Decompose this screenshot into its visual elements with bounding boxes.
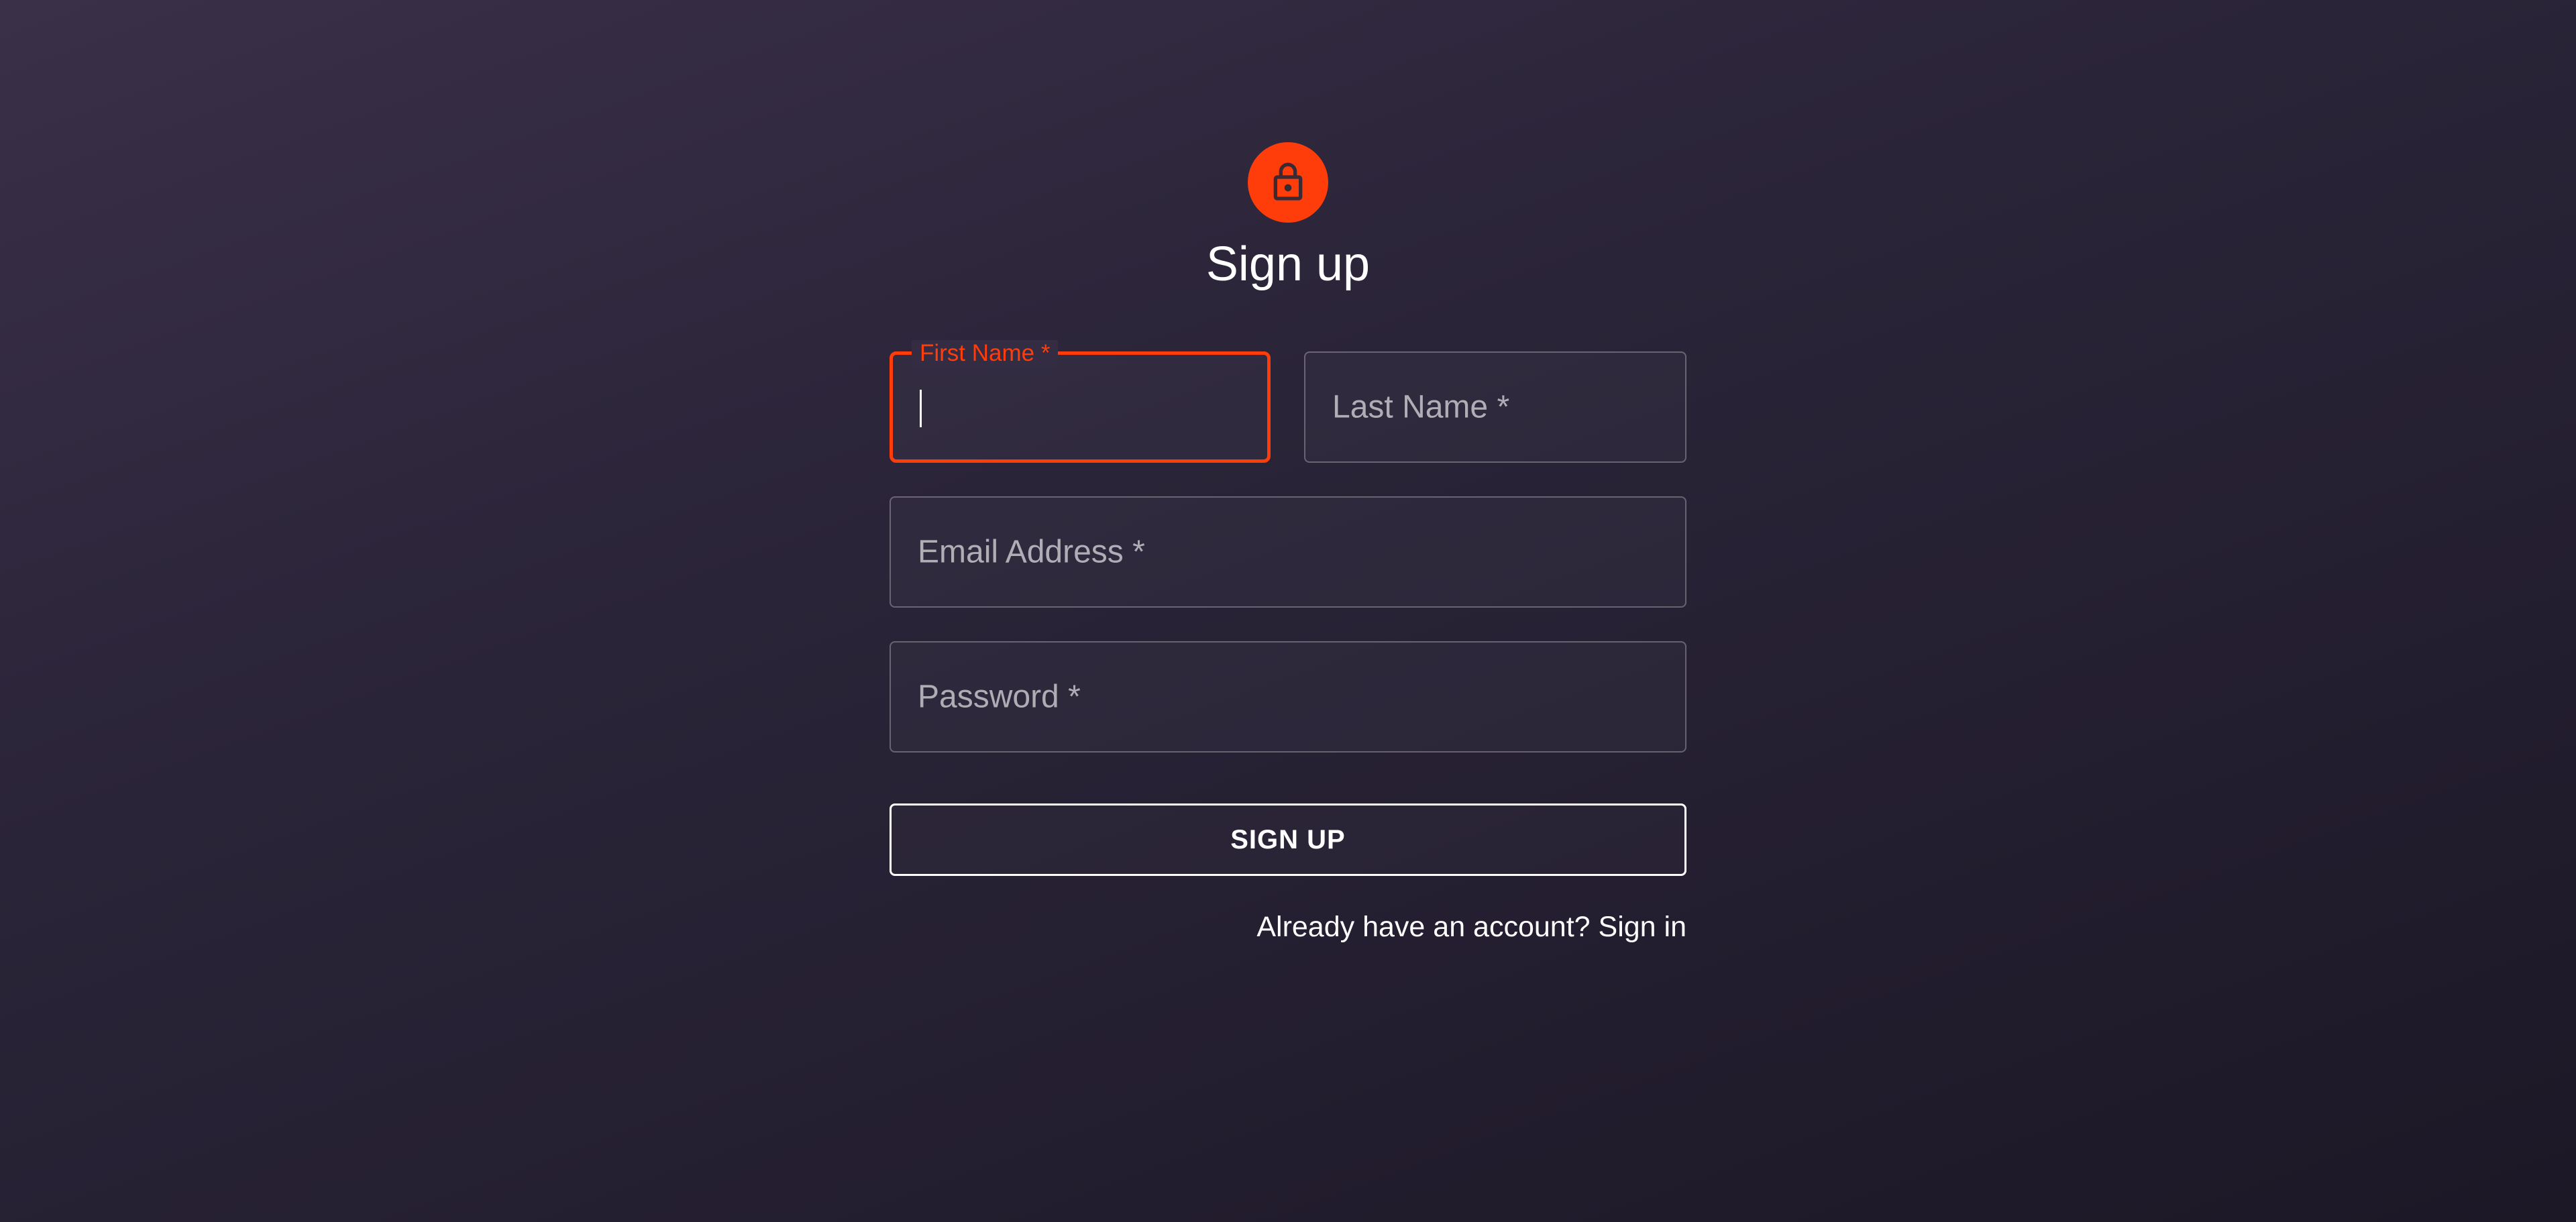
email-label: Email Address *	[918, 534, 1145, 570]
last-name-field[interactable]: Last Name *	[1304, 351, 1686, 463]
lock-avatar	[1248, 142, 1328, 223]
password-field[interactable]: Password *	[890, 641, 1686, 753]
first-name-field[interactable]: First Name *	[890, 340, 1271, 463]
first-name-label: First Name *	[912, 340, 1059, 367]
last-name-label: Last Name *	[1332, 389, 1510, 425]
lock-icon	[1273, 162, 1303, 201]
text-caret	[920, 390, 922, 427]
page-title: Sign up	[1205, 237, 1371, 291]
signup-button[interactable]: SIGN UP	[890, 803, 1686, 876]
email-field[interactable]: Email Address *	[890, 496, 1686, 608]
password-label: Password *	[918, 679, 1081, 715]
signin-link[interactable]: Already have an account? Sign in	[1256, 911, 1686, 944]
